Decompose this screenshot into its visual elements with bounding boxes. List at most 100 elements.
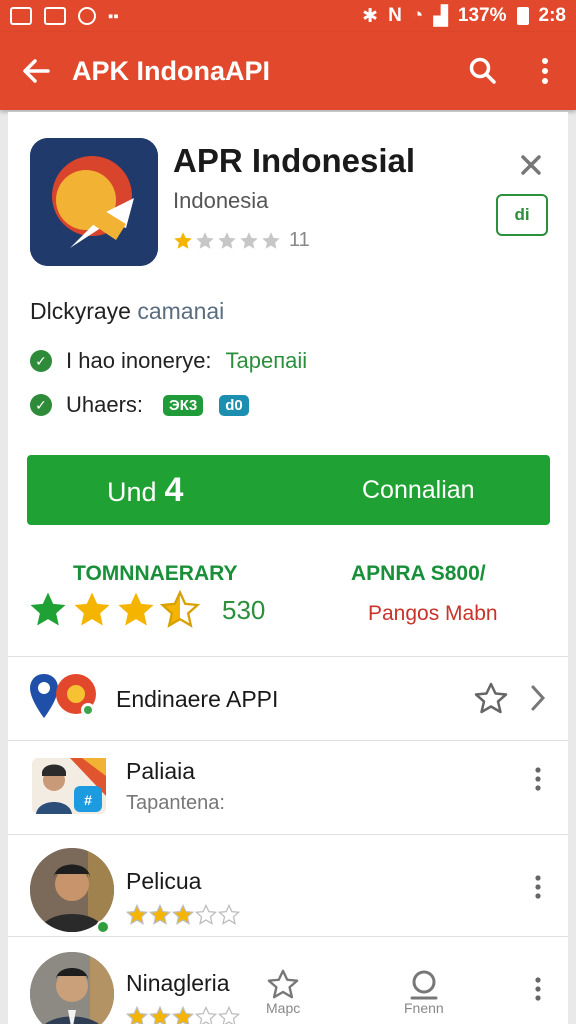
summary-stars: 530: [28, 590, 265, 630]
divider: [8, 656, 568, 657]
divider: [8, 834, 568, 835]
list-item-title: Ninagleria: [126, 970, 230, 996]
star-icon: [196, 231, 214, 249]
close-icon: [521, 155, 541, 175]
app-details-card: APR Indonesial Indonesia 11 di Dlckyraye…: [8, 112, 568, 1024]
check-value: Tapeпаii: [225, 348, 308, 373]
divider: [8, 740, 568, 741]
bottom-nav-item[interactable]: Fnenn: [404, 968, 444, 1016]
app-toolbar: APK IndonaAPI: [0, 32, 576, 110]
wifi-icon: ◔: [411, 5, 424, 26]
list-item-title: Pelicua: [126, 868, 202, 894]
list-item-title: Paliaia: [126, 758, 196, 784]
app-description: Dlckyraye camanai: [30, 298, 224, 325]
close-button[interactable]: [520, 150, 542, 184]
check-label: I hao inonerye:: [66, 348, 212, 373]
avatar: [30, 952, 114, 1024]
badge-blue: d0: [219, 394, 249, 416]
star-icon: [74, 592, 110, 626]
install-button[interactable]: Und 4 Connalian: [27, 455, 550, 525]
app-notification-icon: ▪▪: [108, 7, 119, 25]
star-icon: [195, 904, 217, 925]
bottom-nav-item[interactable]: Mapc: [266, 968, 300, 1016]
star-icon: [160, 590, 200, 628]
check-row-2: ✓ Uhaers: ЭК3 d0: [30, 392, 249, 418]
rating-count: 11: [289, 229, 310, 251]
chevron-right-icon: [531, 685, 546, 711]
app-rating: 11: [173, 229, 310, 252]
star-icon: [172, 1006, 194, 1024]
app-developer: Indonesia: [173, 188, 269, 213]
app-title: APR Indonesial: [173, 142, 416, 179]
profile-icon: [410, 970, 438, 1000]
star-icon: [118, 592, 154, 626]
arrow-left-icon: [23, 59, 50, 83]
star-icon: [172, 904, 194, 925]
star-icon: [262, 231, 280, 249]
review-count: 530: [222, 594, 266, 625]
summary-left-label: TOMNNAERARY: [73, 562, 238, 585]
contact-thumbnail: #: [32, 756, 106, 816]
image-icon: [44, 7, 66, 25]
rating-stars: [173, 231, 281, 251]
bottom-nav-label: Mapc: [266, 1000, 301, 1016]
bottom-nav-label: Fnenn: [404, 1000, 444, 1016]
list-item[interactable]: Endinaere APPI: [8, 660, 568, 738]
star-icon: [218, 904, 240, 925]
big-star-row: [28, 590, 200, 630]
check-icon: ✓: [30, 350, 52, 372]
summary-right-sub: Pangos Mabn: [368, 602, 498, 625]
list-item-subtitle: Tapantena:: [126, 792, 225, 814]
list-item-title: Endinaere APPI: [116, 686, 279, 712]
star-outline-icon: [267, 969, 299, 999]
overflow-menu-button[interactable]: [514, 32, 576, 110]
star-icon: [126, 904, 148, 925]
svg-text:#: #: [84, 792, 92, 808]
install-left-label: Und: [107, 476, 157, 507]
map-logo-icon: [30, 670, 100, 724]
install-left: Und 4: [107, 471, 183, 510]
rating-stars: [126, 1006, 240, 1024]
item-menu-button[interactable]: [534, 976, 542, 1009]
description-accent: camanai: [137, 298, 225, 324]
star-icon: [218, 231, 236, 249]
search-button[interactable]: [452, 32, 514, 110]
item-menu-button[interactable]: [534, 874, 542, 907]
tag-label: di: [514, 205, 530, 224]
star-icon: [218, 1006, 240, 1024]
install-left-number: 4: [164, 470, 184, 509]
battery-icon: [516, 7, 529, 25]
favorite-button[interactable]: [474, 682, 508, 719]
divider: [8, 936, 568, 937]
bluetooth-icon: ✱: [362, 5, 379, 27]
star-icon: [126, 1006, 148, 1024]
search-icon: [469, 57, 496, 84]
clock: 2:8: [538, 5, 566, 26]
status-bar: ▪▪ ✱ N ◔ ▟ 137% 2:8: [0, 0, 576, 32]
more-vert-icon: [542, 58, 548, 84]
back-button[interactable]: [0, 32, 72, 110]
star-icon: [149, 1006, 171, 1024]
list-item[interactable]: Pelicua: [8, 838, 568, 934]
app-logo-icon: [30, 138, 158, 266]
more-vert-icon: [535, 977, 541, 1001]
signal-icon: ▟: [433, 5, 448, 27]
chevron-right-button[interactable]: [530, 684, 546, 717]
star-outline-icon: [474, 682, 508, 714]
sync-icon: [78, 7, 96, 25]
app-tag-button[interactable]: di: [496, 194, 548, 236]
badge-green: ЭК3: [163, 394, 204, 416]
online-indicator: [96, 920, 110, 934]
rating-stars: [126, 904, 240, 926]
check-icon: ✓: [30, 394, 52, 416]
star-icon: [149, 904, 171, 925]
more-vert-icon: [535, 875, 541, 899]
check-label: Uhaers:: [66, 392, 144, 417]
summary-right-label: APNRA S800/: [351, 562, 486, 585]
description-prefix: Dlckyraye: [30, 298, 131, 324]
list-item[interactable]: # Paliaia Tapantena:: [8, 744, 568, 832]
more-vert-icon: [535, 767, 541, 791]
star-icon: [240, 231, 258, 249]
item-menu-button[interactable]: [534, 766, 542, 799]
check-row-1: ✓ I hao inonerye: Tapeпаii: [30, 348, 307, 374]
